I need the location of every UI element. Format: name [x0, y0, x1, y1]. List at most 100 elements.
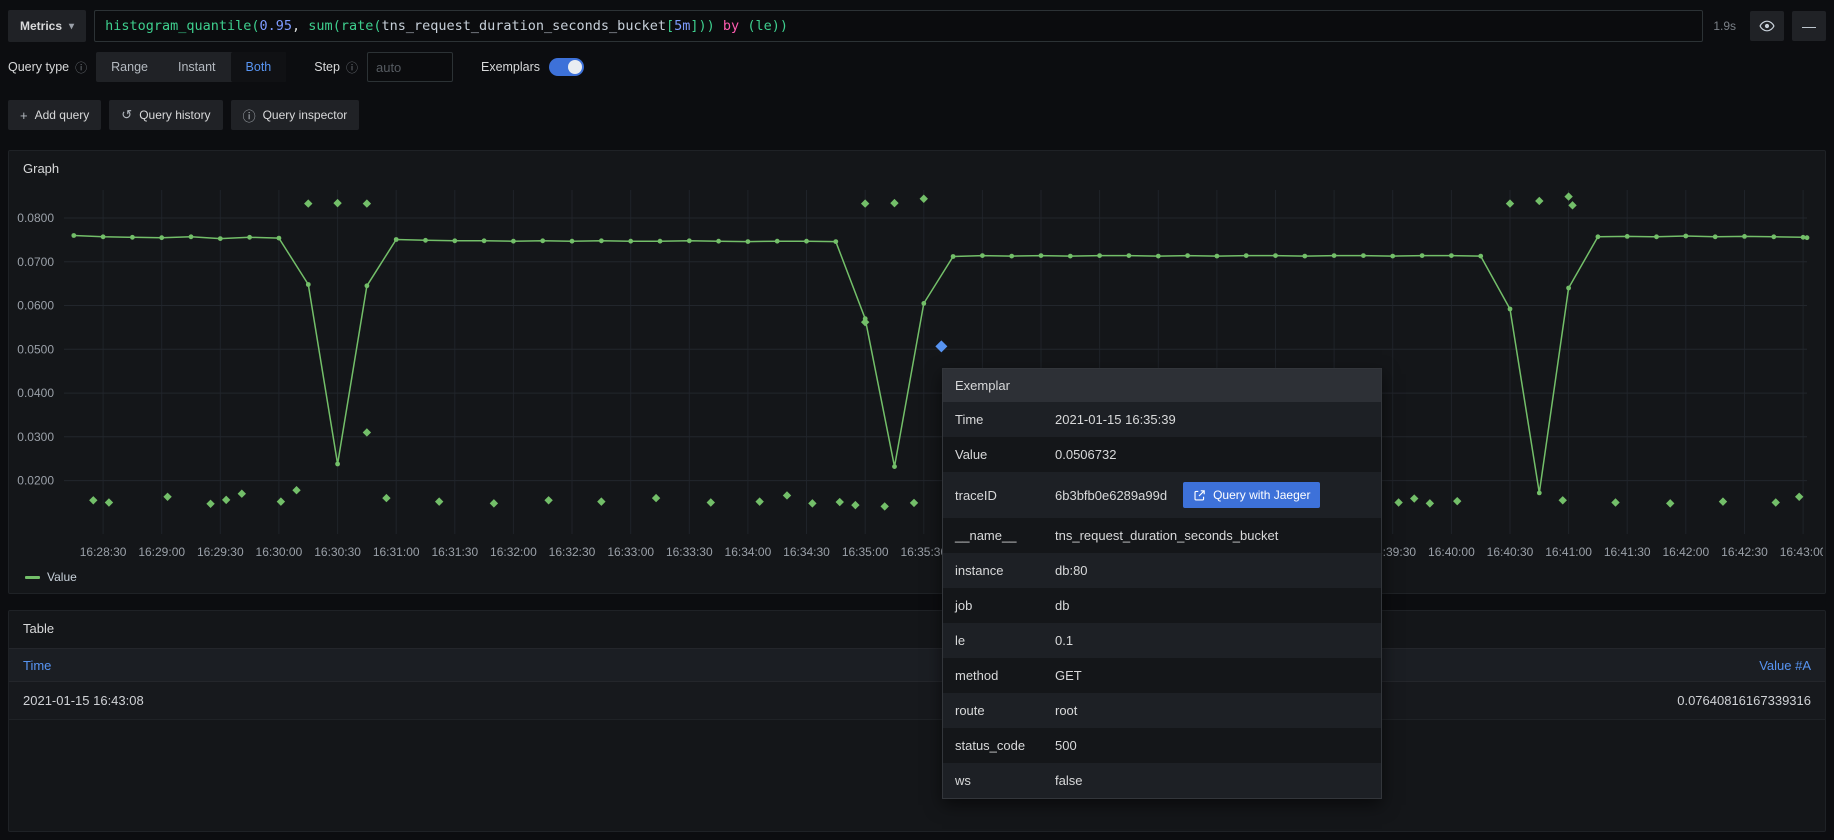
exemplar-marker[interactable]: [597, 497, 605, 505]
exemplar-marker[interactable]: [890, 199, 898, 207]
exemplar-marker-highlighted[interactable]: [935, 340, 947, 352]
exemplar-marker[interactable]: [783, 491, 791, 499]
data-point[interactable]: [130, 235, 135, 240]
data-point[interactable]: [247, 235, 252, 240]
step-input[interactable]: [367, 52, 453, 82]
data-point[interactable]: [746, 239, 751, 244]
exemplar-marker[interactable]: [163, 493, 171, 501]
data-point[interactable]: [570, 239, 575, 244]
exemplar-marker[interactable]: [490, 499, 498, 507]
graph-canvas[interactable]: 16:28:3016:29:0016:29:3016:30:0016:30:30…: [9, 182, 1823, 568]
data-point[interactable]: [365, 283, 370, 288]
exemplar-marker[interactable]: [1795, 493, 1803, 501]
exemplar-marker[interactable]: [1666, 499, 1674, 507]
exemplars-toggle[interactable]: [549, 58, 584, 76]
exemplar-marker[interactable]: [105, 498, 113, 506]
exemplar-marker[interactable]: [1611, 498, 1619, 506]
exemplar-marker[interactable]: [1568, 201, 1576, 209]
data-point[interactable]: [804, 239, 809, 244]
table-column-header-value[interactable]: Value #A: [1759, 658, 1825, 673]
data-point[interactable]: [1215, 254, 1220, 259]
exemplar-marker[interactable]: [1535, 197, 1543, 205]
data-point[interactable]: [775, 239, 780, 244]
query-type-option-instant[interactable]: Instant: [163, 52, 231, 82]
data-point[interactable]: [101, 234, 106, 239]
exemplar-marker[interactable]: [1426, 499, 1434, 507]
exemplar-marker[interactable]: [544, 496, 552, 504]
exemplar-marker[interactable]: [836, 498, 844, 506]
exemplar-marker[interactable]: [1559, 496, 1567, 504]
exemplar-marker[interactable]: [861, 318, 869, 326]
exemplar-marker[interactable]: [304, 199, 312, 207]
data-point[interactable]: [980, 253, 985, 258]
exemplar-marker[interactable]: [851, 501, 859, 509]
exemplar-marker[interactable]: [292, 486, 300, 494]
data-point[interactable]: [951, 254, 956, 259]
data-point[interactable]: [1508, 307, 1513, 312]
table-column-header-time[interactable]: Time: [9, 658, 1759, 673]
exemplar-marker[interactable]: [880, 502, 888, 510]
exemplar-marker[interactable]: [1394, 498, 1402, 506]
exemplar-marker[interactable]: [652, 494, 660, 502]
data-point[interactable]: [1039, 253, 1044, 258]
data-point[interactable]: [423, 238, 428, 243]
info-icon[interactable]: ⓘ: [346, 59, 358, 76]
data-point[interactable]: [540, 238, 545, 243]
exemplar-marker[interactable]: [238, 490, 246, 498]
exemplar-marker[interactable]: [1410, 494, 1418, 502]
exemplar-marker[interactable]: [435, 497, 443, 505]
exemplar-marker[interactable]: [861, 199, 869, 207]
exemplar-marker[interactable]: [333, 199, 341, 207]
exemplar-marker[interactable]: [89, 496, 97, 504]
data-point[interactable]: [1566, 286, 1571, 291]
query-with-jaeger-button[interactable]: Query with Jaeger: [1183, 482, 1320, 508]
add-query-button[interactable]: + Add query: [8, 100, 101, 130]
data-point[interactable]: [71, 233, 76, 238]
exemplar-marker[interactable]: [755, 497, 763, 505]
metrics-dropdown[interactable]: Metrics ▾: [8, 10, 86, 42]
data-point[interactable]: [1478, 254, 1483, 259]
data-point[interactable]: [1361, 253, 1366, 258]
query-inspector-button[interactable]: ⓘ Query inspector: [231, 100, 360, 130]
query-history-button[interactable]: ↺ Query history: [109, 100, 222, 130]
data-point[interactable]: [511, 239, 516, 244]
data-point[interactable]: [218, 236, 223, 241]
exemplar-marker[interactable]: [920, 195, 928, 203]
data-point[interactable]: [159, 235, 164, 240]
exemplar-marker[interactable]: [363, 428, 371, 436]
data-point[interactable]: [599, 238, 604, 243]
data-point[interactable]: [687, 238, 692, 243]
data-point[interactable]: [658, 239, 663, 244]
data-point[interactable]: [335, 462, 340, 467]
data-point[interactable]: [1273, 253, 1278, 258]
data-point[interactable]: [1537, 491, 1542, 496]
data-point[interactable]: [833, 239, 838, 244]
exemplar-marker[interactable]: [1453, 497, 1461, 505]
data-point[interactable]: [1713, 234, 1718, 239]
data-point[interactable]: [716, 239, 721, 244]
data-point[interactable]: [394, 237, 399, 242]
data-point[interactable]: [1332, 253, 1337, 258]
data-point[interactable]: [1596, 234, 1601, 239]
exemplar-marker[interactable]: [910, 499, 918, 507]
remove-query-button[interactable]: —: [1792, 11, 1826, 41]
exemplar-marker[interactable]: [222, 496, 230, 504]
data-point[interactable]: [1625, 234, 1630, 239]
data-point[interactable]: [921, 301, 926, 306]
data-point[interactable]: [452, 238, 457, 243]
preview-query-button[interactable]: [1750, 11, 1784, 41]
data-point[interactable]: [1449, 253, 1454, 258]
data-point[interactable]: [1683, 234, 1688, 239]
exemplar-marker[interactable]: [1564, 192, 1572, 200]
data-point[interactable]: [1156, 254, 1161, 259]
data-point[interactable]: [1771, 234, 1776, 239]
data-point[interactable]: [277, 236, 282, 241]
exemplar-marker[interactable]: [1719, 497, 1727, 505]
data-point[interactable]: [1742, 234, 1747, 239]
data-point[interactable]: [306, 282, 311, 287]
data-point[interactable]: [1805, 235, 1810, 240]
data-point[interactable]: [1654, 234, 1659, 239]
data-point[interactable]: [1068, 254, 1073, 259]
exemplar-marker[interactable]: [1772, 498, 1780, 506]
data-point[interactable]: [892, 464, 897, 469]
